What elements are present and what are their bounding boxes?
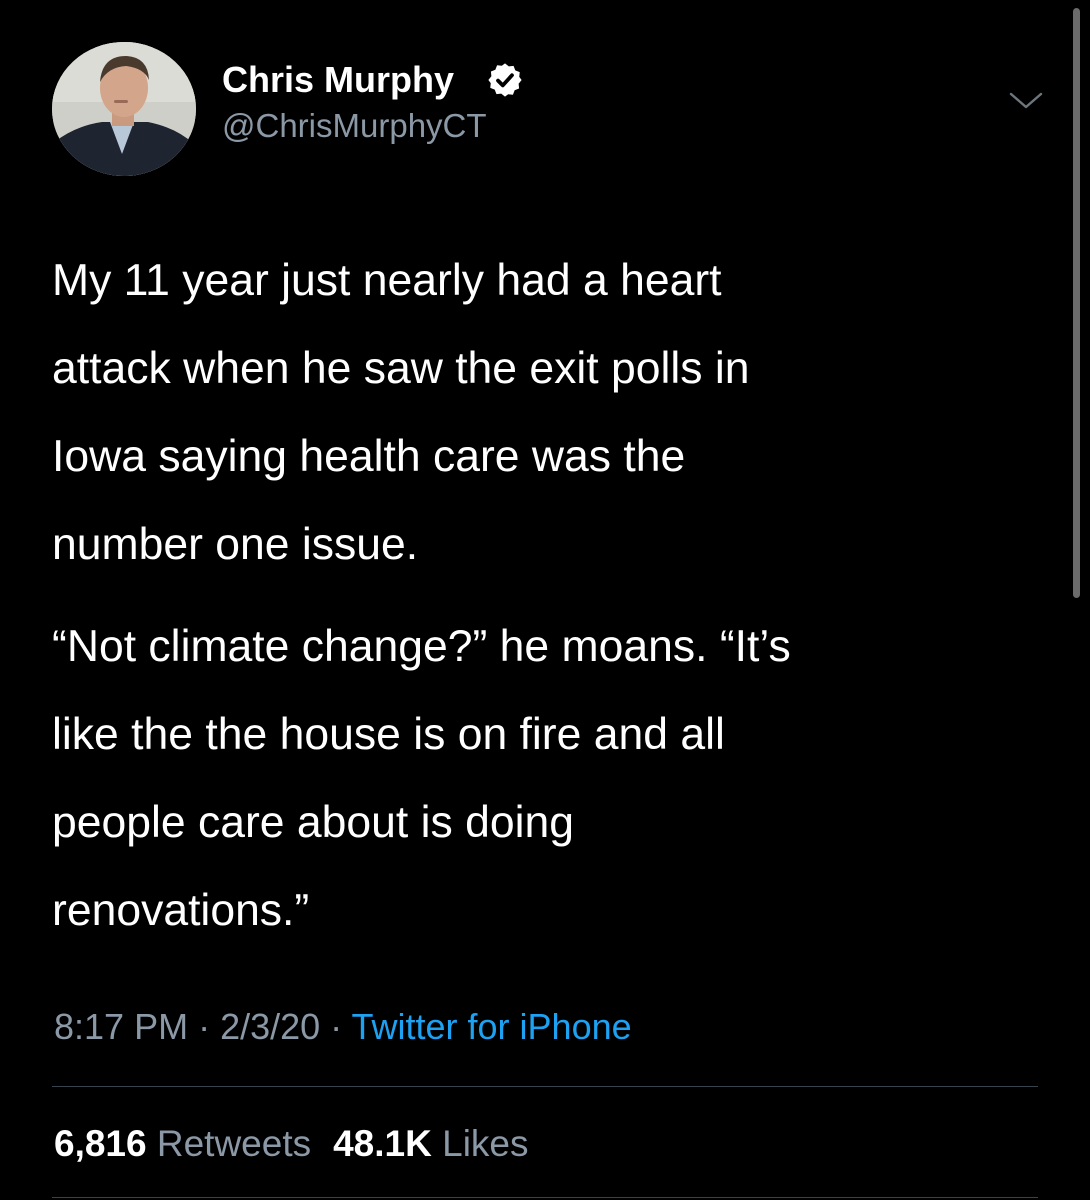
engagement-stats: 6,816 Retweets 48.1K Likes bbox=[54, 1121, 529, 1167]
retweets-stat[interactable]: 6,816 Retweets bbox=[54, 1123, 311, 1164]
divider bbox=[52, 1086, 1038, 1087]
tweet-text-line: renovations.” bbox=[52, 886, 310, 935]
chevron-down-icon[interactable] bbox=[1008, 90, 1044, 112]
tweet-text-paragraph-1: My 11 year just nearly had a heart attac… bbox=[52, 237, 1052, 589]
meta-separator: · bbox=[188, 1006, 221, 1047]
avatar[interactable] bbox=[52, 42, 196, 176]
likes-count: 48.1K bbox=[333, 1123, 432, 1164]
tweet-detail: Chris Murphy @ChrisMurphyCT My 11 year j… bbox=[0, 0, 1090, 1200]
tweet-text-line: people care about is doing bbox=[52, 798, 575, 847]
avatar-photo bbox=[52, 42, 196, 176]
tweet-text-paragraph-2: “Not climate change?” he moans. “It’s li… bbox=[52, 603, 1052, 955]
likes-label: Likes bbox=[442, 1123, 529, 1164]
tweet-date[interactable]: 2/3/20 bbox=[220, 1006, 320, 1047]
scrollbar[interactable] bbox=[1073, 8, 1080, 598]
tweet-text-line: attack when he saw the exit polls in bbox=[52, 344, 750, 393]
tweet-text-line: Iowa saying health care was the bbox=[52, 432, 686, 481]
tweet-text-line: “Not climate change?” he moans. “It’s bbox=[52, 622, 791, 671]
tweet-time[interactable]: 8:17 PM bbox=[54, 1006, 188, 1047]
tweet-metadata: 8:17 PM · 2/3/20 · Twitter for iPhone bbox=[54, 1005, 632, 1049]
author-display-name[interactable]: Chris Murphy bbox=[222, 58, 454, 102]
author-handle[interactable]: @ChrisMurphyCT bbox=[222, 106, 487, 146]
divider bbox=[52, 1197, 1038, 1198]
tweet-text-line: like the the house is on fire and all bbox=[52, 710, 725, 759]
retweets-count: 6,816 bbox=[54, 1123, 147, 1164]
tweet-source-link[interactable]: Twitter for iPhone bbox=[352, 1006, 632, 1047]
likes-stat[interactable]: 48.1K Likes bbox=[333, 1123, 528, 1164]
retweets-label: Retweets bbox=[156, 1123, 312, 1164]
meta-separator: · bbox=[320, 1006, 352, 1047]
tweet-text-line: My 11 year just nearly had a heart bbox=[52, 256, 722, 305]
verified-badge-icon bbox=[488, 63, 522, 97]
tweet-text-line: number one issue. bbox=[52, 520, 419, 569]
